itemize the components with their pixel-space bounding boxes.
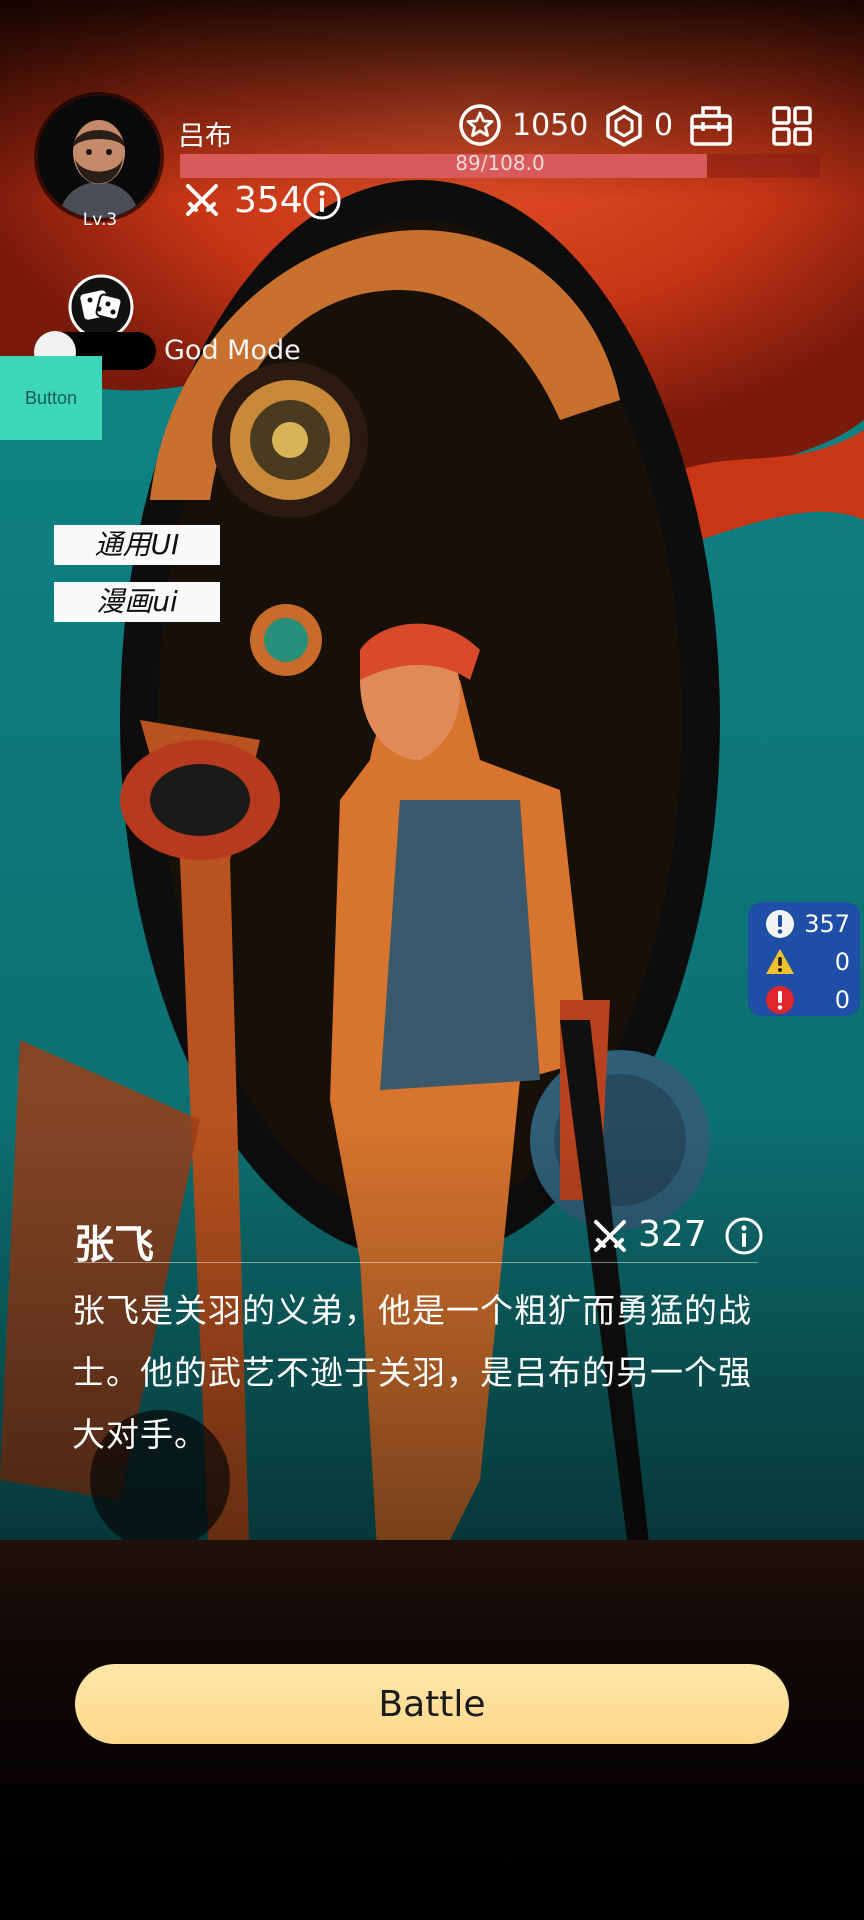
info-icon[interactable] [302,181,342,221]
log-info-count: 357 [804,910,850,938]
console-log-panel[interactable]: 357 0 0 [748,902,860,1016]
log-error-count: 0 [834,986,850,1014]
log-error-row: 0 [748,982,860,1016]
grid-menu-icon[interactable] [770,104,814,148]
hero-power-value: 327 [638,1214,707,1255]
log-warning-row: 0 [748,944,860,978]
crossed-swords-icon [594,1220,626,1252]
hero-description: 张飞是关羽的义弟，他是一个粗犷而勇猛的战士。他的武艺不逊于关羽，是吕布的另一个强… [72,1291,752,1454]
log-warning-count: 0 [834,948,850,976]
battle-button[interactable]: Battle [75,1664,789,1744]
bearded-portrait-image [38,96,160,218]
dice-icon[interactable] [68,274,134,340]
player-name: 吕布 [178,121,232,152]
error-icon [766,986,794,1014]
god-mode-label: God Mode [164,335,301,366]
coin-count: 1050 [512,108,589,143]
comic-ui-button[interactable]: 漫画ui [54,582,220,622]
gem-count: 0 [654,108,674,143]
info-icon[interactable] [724,1216,764,1256]
general-ui-button[interactable]: 通用UI [54,525,220,565]
log-info-row: 357 [748,906,860,940]
player-level: Lv.3 [82,210,118,230]
hero-divider [74,1262,758,1263]
player-avatar[interactable] [38,96,160,218]
star-coin-icon [459,104,501,146]
shop-icon[interactable] [688,102,734,148]
info-log-icon [766,910,794,938]
player-power-value: 354 [234,180,303,221]
crossed-swords-icon [186,184,218,216]
hp-text: 89/108.0 [455,151,545,175]
warning-icon [766,949,794,974]
debug-button[interactable]: Button [0,356,102,440]
hexagon-gem-icon [606,105,642,147]
